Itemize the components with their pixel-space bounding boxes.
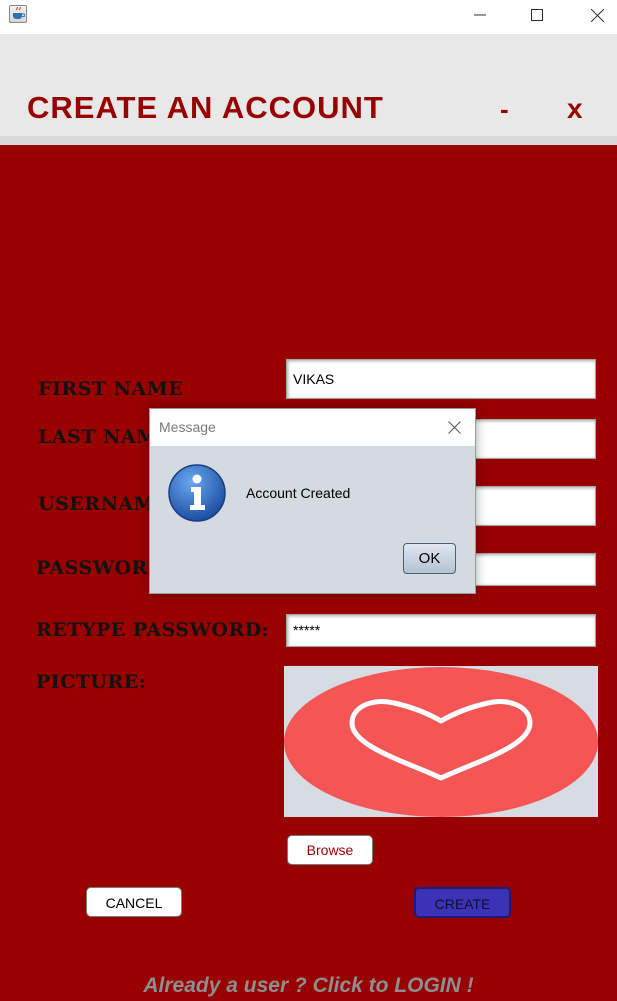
login-link[interactable]: Already a user ? Click to LOGIN !: [0, 974, 617, 998]
heart-picture: [284, 667, 598, 817]
header-divider: [0, 136, 617, 145]
maximize-window-button[interactable]: [514, 0, 560, 30]
password-label: PASSWORI: [36, 557, 158, 579]
info-icon: [167, 463, 227, 523]
minimize-icon: [474, 14, 486, 16]
cancel-button[interactable]: CANCEL: [86, 887, 182, 917]
page-title: CREATE AN ACCOUNT: [27, 90, 384, 125]
retype-password-label: RETYPE PASSWORD:: [36, 619, 270, 641]
dialog-close-button[interactable]: [439, 414, 469, 440]
picture-preview: [284, 666, 598, 817]
dialog-message: Account Created: [246, 485, 351, 501]
first-name-label: FIRST NAME: [38, 378, 184, 400]
close-icon: [590, 8, 604, 22]
browse-button[interactable]: Browse: [287, 835, 373, 865]
close-icon: [447, 420, 461, 434]
close-window-button[interactable]: [574, 0, 617, 30]
username-label: USERNAM: [38, 493, 156, 515]
minimize-app-button[interactable]: -: [500, 94, 509, 125]
maximize-icon: [531, 9, 543, 21]
java-app-icon[interactable]: [9, 5, 27, 23]
dialog-title: Message: [159, 419, 216, 435]
close-app-button[interactable]: x: [567, 93, 583, 125]
message-dialog: Message Account Created OK: [149, 408, 476, 594]
ok-button[interactable]: OK: [403, 543, 456, 574]
window-title-bar: [0, 0, 617, 34]
minimize-window-button[interactable]: [457, 0, 503, 30]
first-name-input[interactable]: VIKAS: [286, 359, 596, 399]
create-button[interactable]: CREATE: [414, 887, 511, 918]
picture-label: PICTURE:: [36, 671, 147, 693]
retype-password-input[interactable]: *****: [286, 614, 596, 647]
dialog-title-bar: Message: [150, 409, 475, 446]
last-name-label: LAST NAM: [38, 426, 158, 448]
